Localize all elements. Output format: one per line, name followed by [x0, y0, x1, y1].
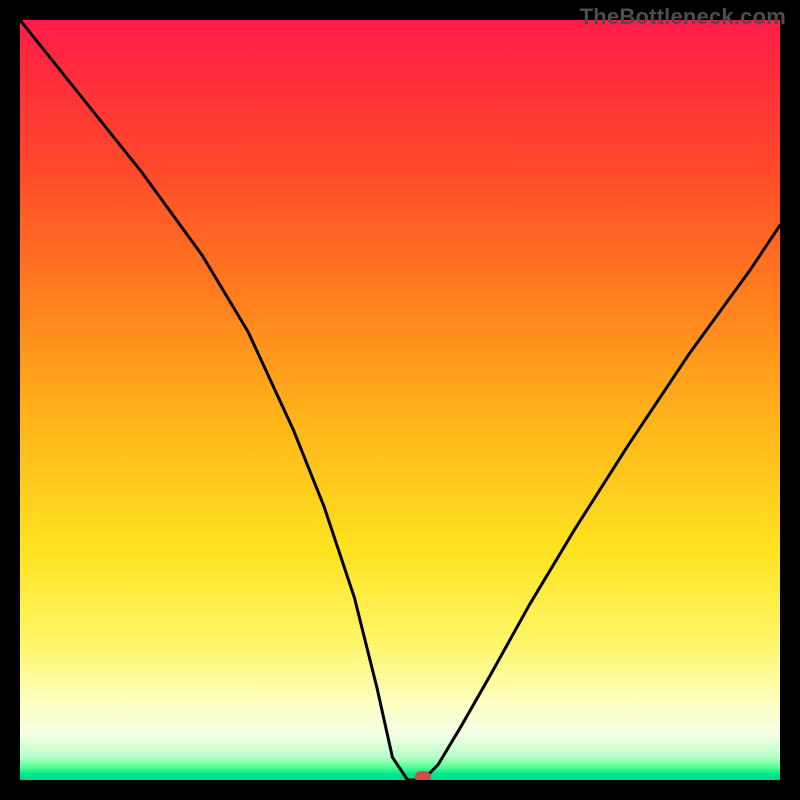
- plot-area: [20, 20, 780, 780]
- minimum-marker: [415, 771, 431, 780]
- curve-layer: [20, 20, 780, 780]
- bottleneck-curve: [20, 20, 780, 780]
- watermark-text: TheBottleneck.com: [580, 4, 786, 30]
- chart-frame: TheBottleneck.com: [0, 0, 800, 800]
